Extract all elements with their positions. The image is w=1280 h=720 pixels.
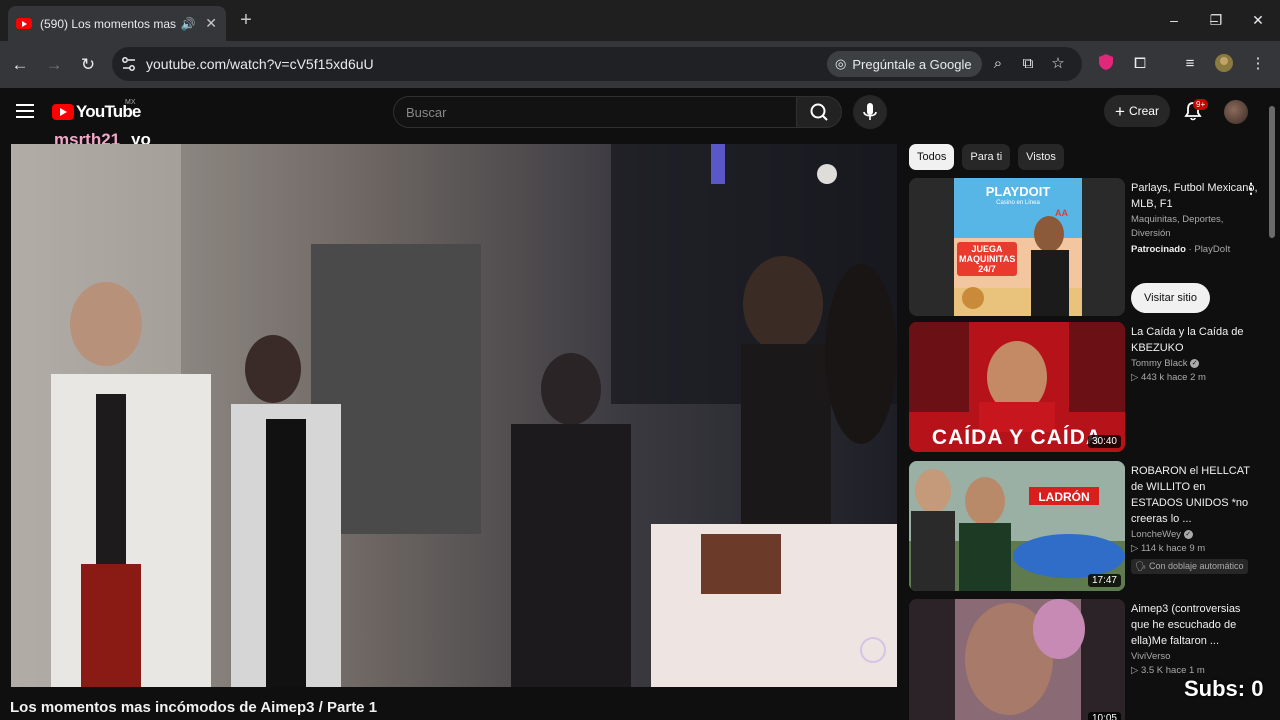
- visit-site-button[interactable]: Visitar sitio: [1131, 283, 1210, 313]
- extensions-puzzle-icon[interactable]: ⧠: [1129, 53, 1151, 75]
- youtube-logo[interactable]: YouTube MX: [52, 99, 141, 122]
- channel-label: LoncheWey: [1131, 529, 1181, 540]
- chip-todos[interactable]: Todos: [909, 144, 955, 170]
- reload-icon[interactable]: ↻: [76, 53, 100, 77]
- advertiser-name: PlayDoIt: [1194, 244, 1231, 255]
- video-duration: 17:47: [1087, 574, 1121, 587]
- verified-icon: ✓: [1183, 529, 1193, 539]
- subs-counter: Subs: 0: [1184, 676, 1264, 701]
- ad-thumb-sub: Casino en Línea: [996, 200, 1040, 206]
- ask-google-button[interactable]: ◎ Pregúntale a Google: [827, 51, 982, 77]
- google-lens-icon: ◎: [835, 56, 847, 71]
- more-options-icon[interactable]: ⋮: [1244, 180, 1258, 197]
- thumb-caption: LADRÓN: [1038, 490, 1090, 504]
- ad-thumb-brand: PLAYDOIT: [985, 184, 1051, 199]
- browser-toolbar: ← → ↻ youtube.com/watch?v=cV5f15xd6uU ◎ …: [0, 41, 1280, 88]
- channel-name[interactable]: LoncheWey ✓: [1131, 529, 1259, 540]
- ask-google-label: Pregúntale a Google: [852, 56, 972, 72]
- video-frame: [11, 144, 897, 687]
- video-title: Los momentos mas incómodos de Aimep3 / P…: [10, 699, 378, 716]
- ad-sponsored-line: Patrocinado · PlayDoIt: [1131, 244, 1231, 255]
- chip-para-ti[interactable]: Para ti: [962, 144, 1011, 170]
- video-meta: La Caída y la Caída de KBEZUKO Tommy Bla…: [1131, 324, 1259, 383]
- chip-vistos[interactable]: Vistos: [1018, 144, 1064, 170]
- forward-arrow-icon[interactable]: →: [42, 53, 66, 77]
- url-text[interactable]: youtube.com/watch?v=cV5f15xd6uU: [146, 56, 374, 72]
- search-icon: [810, 103, 828, 121]
- video-title-link[interactable]: Aimep3 (controversias que he escuchado d…: [1131, 601, 1259, 649]
- page-scrollbar[interactable]: [1264, 88, 1280, 720]
- ad-card[interactable]: PLAYDOIT Casino en Línea JUEGA MAQUINITA…: [909, 178, 1259, 318]
- video-duration: 30:40: [1087, 435, 1121, 448]
- browser-tab-strip: (590) Los momentos mas in 🔊 ✕ + – – ❐ ✕: [0, 0, 1280, 41]
- zoom-icon[interactable]: ⌕: [988, 54, 1008, 74]
- video-meta: Aimep3 (controversias que he escuchado d…: [1131, 601, 1259, 676]
- menu-hamburger-icon[interactable]: [16, 104, 34, 118]
- video-title-link[interactable]: La Caída y la Caída de KBEZUKO: [1131, 324, 1259, 356]
- browser-tab[interactable]: (590) Los momentos mas in 🔊 ✕: [8, 6, 226, 41]
- media-control-icon[interactable]: ≡: [1179, 53, 1201, 75]
- video-meta: ROBARON el HELLCAT de WILLITO en ESTADOS…: [1131, 463, 1259, 574]
- new-tab-button[interactable]: +: [236, 10, 256, 30]
- video-stats: ▷ 3.5 K hace 1 m: [1131, 665, 1205, 676]
- channel-name[interactable]: Tommy Black ✓: [1131, 358, 1259, 369]
- region-code: MX: [125, 99, 136, 106]
- browser-menu-icon[interactable]: ⋮: [1247, 53, 1269, 75]
- video-stats: ▷ 443 k hace 2 m: [1131, 372, 1206, 383]
- restore-button[interactable]: ❐: [1196, 8, 1236, 32]
- create-label: Crear: [1128, 104, 1159, 118]
- tab-close-icon[interactable]: ✕: [204, 15, 218, 32]
- sponsored-label: Patrocinado: [1131, 244, 1186, 255]
- search-button[interactable]: [796, 96, 842, 128]
- profile-icon[interactable]: [1213, 53, 1235, 75]
- video-thumbnail[interactable]: LADRÓN 17:47: [909, 461, 1125, 591]
- close-window-button[interactable]: ✕: [1238, 8, 1278, 32]
- back-arrow-icon[interactable]: ←: [8, 53, 32, 77]
- ad-meta: Parlays, Futbol Mexicano, MLB, F1 Maquin…: [1131, 180, 1259, 255]
- create-button[interactable]: + Crear: [1104, 95, 1170, 127]
- youtube-favicon-icon: [16, 18, 32, 29]
- plus-icon: +: [1115, 101, 1125, 121]
- address-bar[interactable]: youtube.com/watch?v=cV5f15xd6uU ◎ Pregún…: [112, 47, 1082, 81]
- speaker-icon[interactable]: 🔊: [181, 17, 197, 31]
- scrollbar-thumb[interactable]: [1269, 106, 1275, 238]
- channel-name[interactable]: ViviVerso: [1131, 651, 1259, 662]
- youtube-masthead: YouTube MX Buscar + Crear: [0, 88, 1264, 138]
- ad-title[interactable]: Parlays, Futbol Mexicano, MLB, F1: [1131, 180, 1259, 212]
- video-thumbnail[interactable]: 10:05: [909, 599, 1125, 720]
- channel-label: Tommy Black: [1131, 358, 1188, 369]
- video-title-link[interactable]: ROBARON el HELLCAT de WILLITO en ESTADOS…: [1131, 463, 1259, 527]
- ad-thumb-headline: JUEGA MAQUINITAS 24/7: [959, 244, 1016, 274]
- microphone-icon: [863, 103, 877, 120]
- video-stats: ▷ 114 k hace 9 m: [1131, 543, 1206, 554]
- recommendation-item[interactable]: LADRÓN 17:47 ROBARON el HELLCAT de WILLI…: [909, 461, 1259, 593]
- bookmark-star-icon[interactable]: ☆: [1048, 54, 1068, 74]
- search-placeholder: Buscar: [406, 105, 447, 120]
- recommendation-item[interactable]: CAÍDA Y CAÍDA 30:40 La Caída y la Caída …: [909, 322, 1259, 454]
- video-player[interactable]: [11, 144, 897, 687]
- extension-shield-icon[interactable]: [1095, 53, 1117, 75]
- tab-title: (590) Los momentos mas in: [40, 16, 179, 31]
- auto-dub-badge: 🗣 Con doblaje automático: [1131, 559, 1248, 574]
- youtube-play-icon: [52, 104, 74, 120]
- search-input[interactable]: Buscar: [393, 96, 797, 128]
- minimize-button-alt[interactable]: –: [1154, 8, 1194, 32]
- ad-thumb-tag: AA: [1055, 208, 1068, 218]
- filter-chips: Todos Para ti Vistos: [909, 144, 1064, 170]
- user-avatar[interactable]: [1224, 100, 1248, 124]
- dub-icon: 🗣: [1135, 561, 1147, 571]
- video-duration: 10:05: [1087, 712, 1121, 720]
- ad-description: Maquinitas, Deportes, Diversión: [1131, 214, 1224, 239]
- voice-search-button[interactable]: [853, 95, 887, 129]
- ad-thumbnail[interactable]: PLAYDOIT Casino en Línea JUEGA MAQUINITA…: [909, 178, 1125, 316]
- dub-label: Con doblaje automático: [1148, 561, 1244, 571]
- install-app-icon[interactable]: ⧉: [1018, 54, 1038, 74]
- notification-count-badge: 9+: [1193, 99, 1209, 110]
- video-thumbnail[interactable]: CAÍDA Y CAÍDA 30:40: [909, 322, 1125, 452]
- verified-icon: ✓: [1190, 358, 1200, 368]
- site-settings-icon[interactable]: [120, 55, 138, 73]
